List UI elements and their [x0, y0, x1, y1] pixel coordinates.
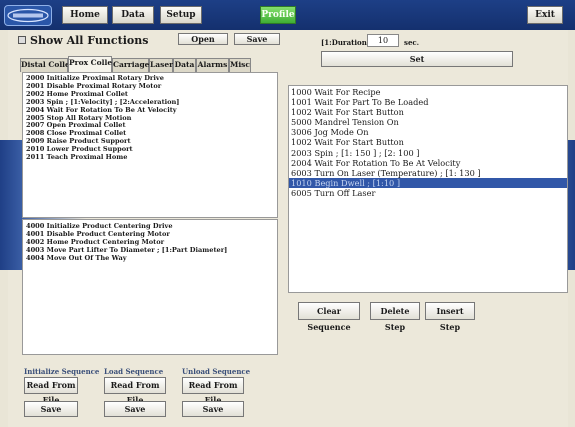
list-item[interactable]: 2011 Teach Proximal Home [23, 153, 277, 162]
open-button[interactable]: Open [178, 33, 228, 45]
tab-prox-collet[interactable]: Prox Collet [68, 56, 116, 72]
tab-laser[interactable]: Laser [149, 58, 173, 72]
tab-data[interactable]: Data [173, 58, 196, 72]
checkbox-icon[interactable] [18, 36, 26, 44]
sequence-step[interactable]: 1002 Wait For Start Button [289, 107, 567, 117]
home-button[interactable]: Home [62, 6, 108, 24]
show-all-label: Show All Functions [30, 34, 149, 47]
sequence-step[interactable]: 5000 Mandrel Tension On [289, 117, 567, 127]
function-list-secondary[interactable]: 4000 Initialize Product Centering Drive … [22, 219, 278, 355]
show-all-functions-checkbox[interactable]: Show All Functions [18, 34, 148, 47]
set-button[interactable]: Set [321, 51, 513, 67]
sequence-step[interactable]: 1001 Wait For Part To Be Loaded [289, 97, 567, 107]
function-list-primary[interactable]: 2000 Initialize Proximal Rotary Drive 20… [22, 72, 278, 218]
delete-step-button[interactable]: Delete Step [370, 302, 420, 332]
sequence-step[interactable]: 2004 Wait For Rotation To Be At Velocity [289, 158, 567, 168]
sequence-step[interactable]: 3006 Jog Mode On [289, 127, 567, 137]
initialize-sequence-label: Initialize Sequence [24, 367, 100, 376]
sequence-list[interactable]: 1000 Wait For Recipe 1001 Wait For Part … [288, 85, 568, 293]
clear-sequence-button[interactable]: Clear Sequence [298, 302, 360, 332]
sequence-step-selected[interactable]: 1010 Begin Dwell ; [1:10 ] [289, 177, 567, 188]
company-logo [4, 5, 52, 26]
tab-carriage[interactable]: Carriage [112, 58, 149, 72]
sequence-step[interactable]: 1002 Wait For Start Button [289, 137, 567, 147]
load-save-button[interactable]: Save [104, 401, 166, 417]
top-toolbar: Home Data Setup Profile Exit [0, 0, 575, 30]
sequence-step[interactable]: 6005 Turn Off Laser [289, 188, 567, 198]
unload-save-button[interactable]: Save [182, 401, 244, 417]
tab-alarms[interactable]: Alarms [196, 58, 229, 72]
profile-button[interactable]: Profile [260, 6, 296, 24]
initialize-read-from-file-button[interactable]: Read From File [24, 377, 78, 405]
data-button[interactable]: Data [112, 6, 154, 24]
duration-label: [1:Duration] [321, 38, 371, 47]
save-button[interactable]: Save [234, 33, 280, 45]
tab-misc[interactable]: Misc [229, 58, 251, 72]
load-sequence-label: Load Sequence [104, 367, 164, 376]
sequence-step[interactable]: 6003 Turn On Laser (Temperature) ; [1: 1… [289, 168, 567, 178]
exit-button[interactable]: Exit [527, 6, 563, 24]
sequence-step[interactable]: 1000 Wait For Recipe [289, 87, 567, 97]
duration-input[interactable]: 10 [367, 34, 399, 47]
list-item[interactable]: 4004 Move Out Of The Way [23, 254, 277, 263]
sequence-step[interactable]: 2003 Spin ; [1: 150 ] ; [2: 100 ] [289, 148, 567, 158]
duration-unit: sec. [404, 38, 420, 47]
load-read-from-file-button[interactable]: Read From File [104, 377, 166, 405]
tab-distal-collet[interactable]: Distal Collet [20, 58, 73, 72]
initialize-save-button[interactable]: Save [24, 401, 78, 417]
unload-read-from-file-button[interactable]: Read From File [182, 377, 244, 405]
unload-sequence-label: Unload Sequence [182, 367, 251, 376]
setup-button[interactable]: Setup [160, 6, 202, 24]
insert-step-button[interactable]: Insert Step [425, 302, 475, 332]
